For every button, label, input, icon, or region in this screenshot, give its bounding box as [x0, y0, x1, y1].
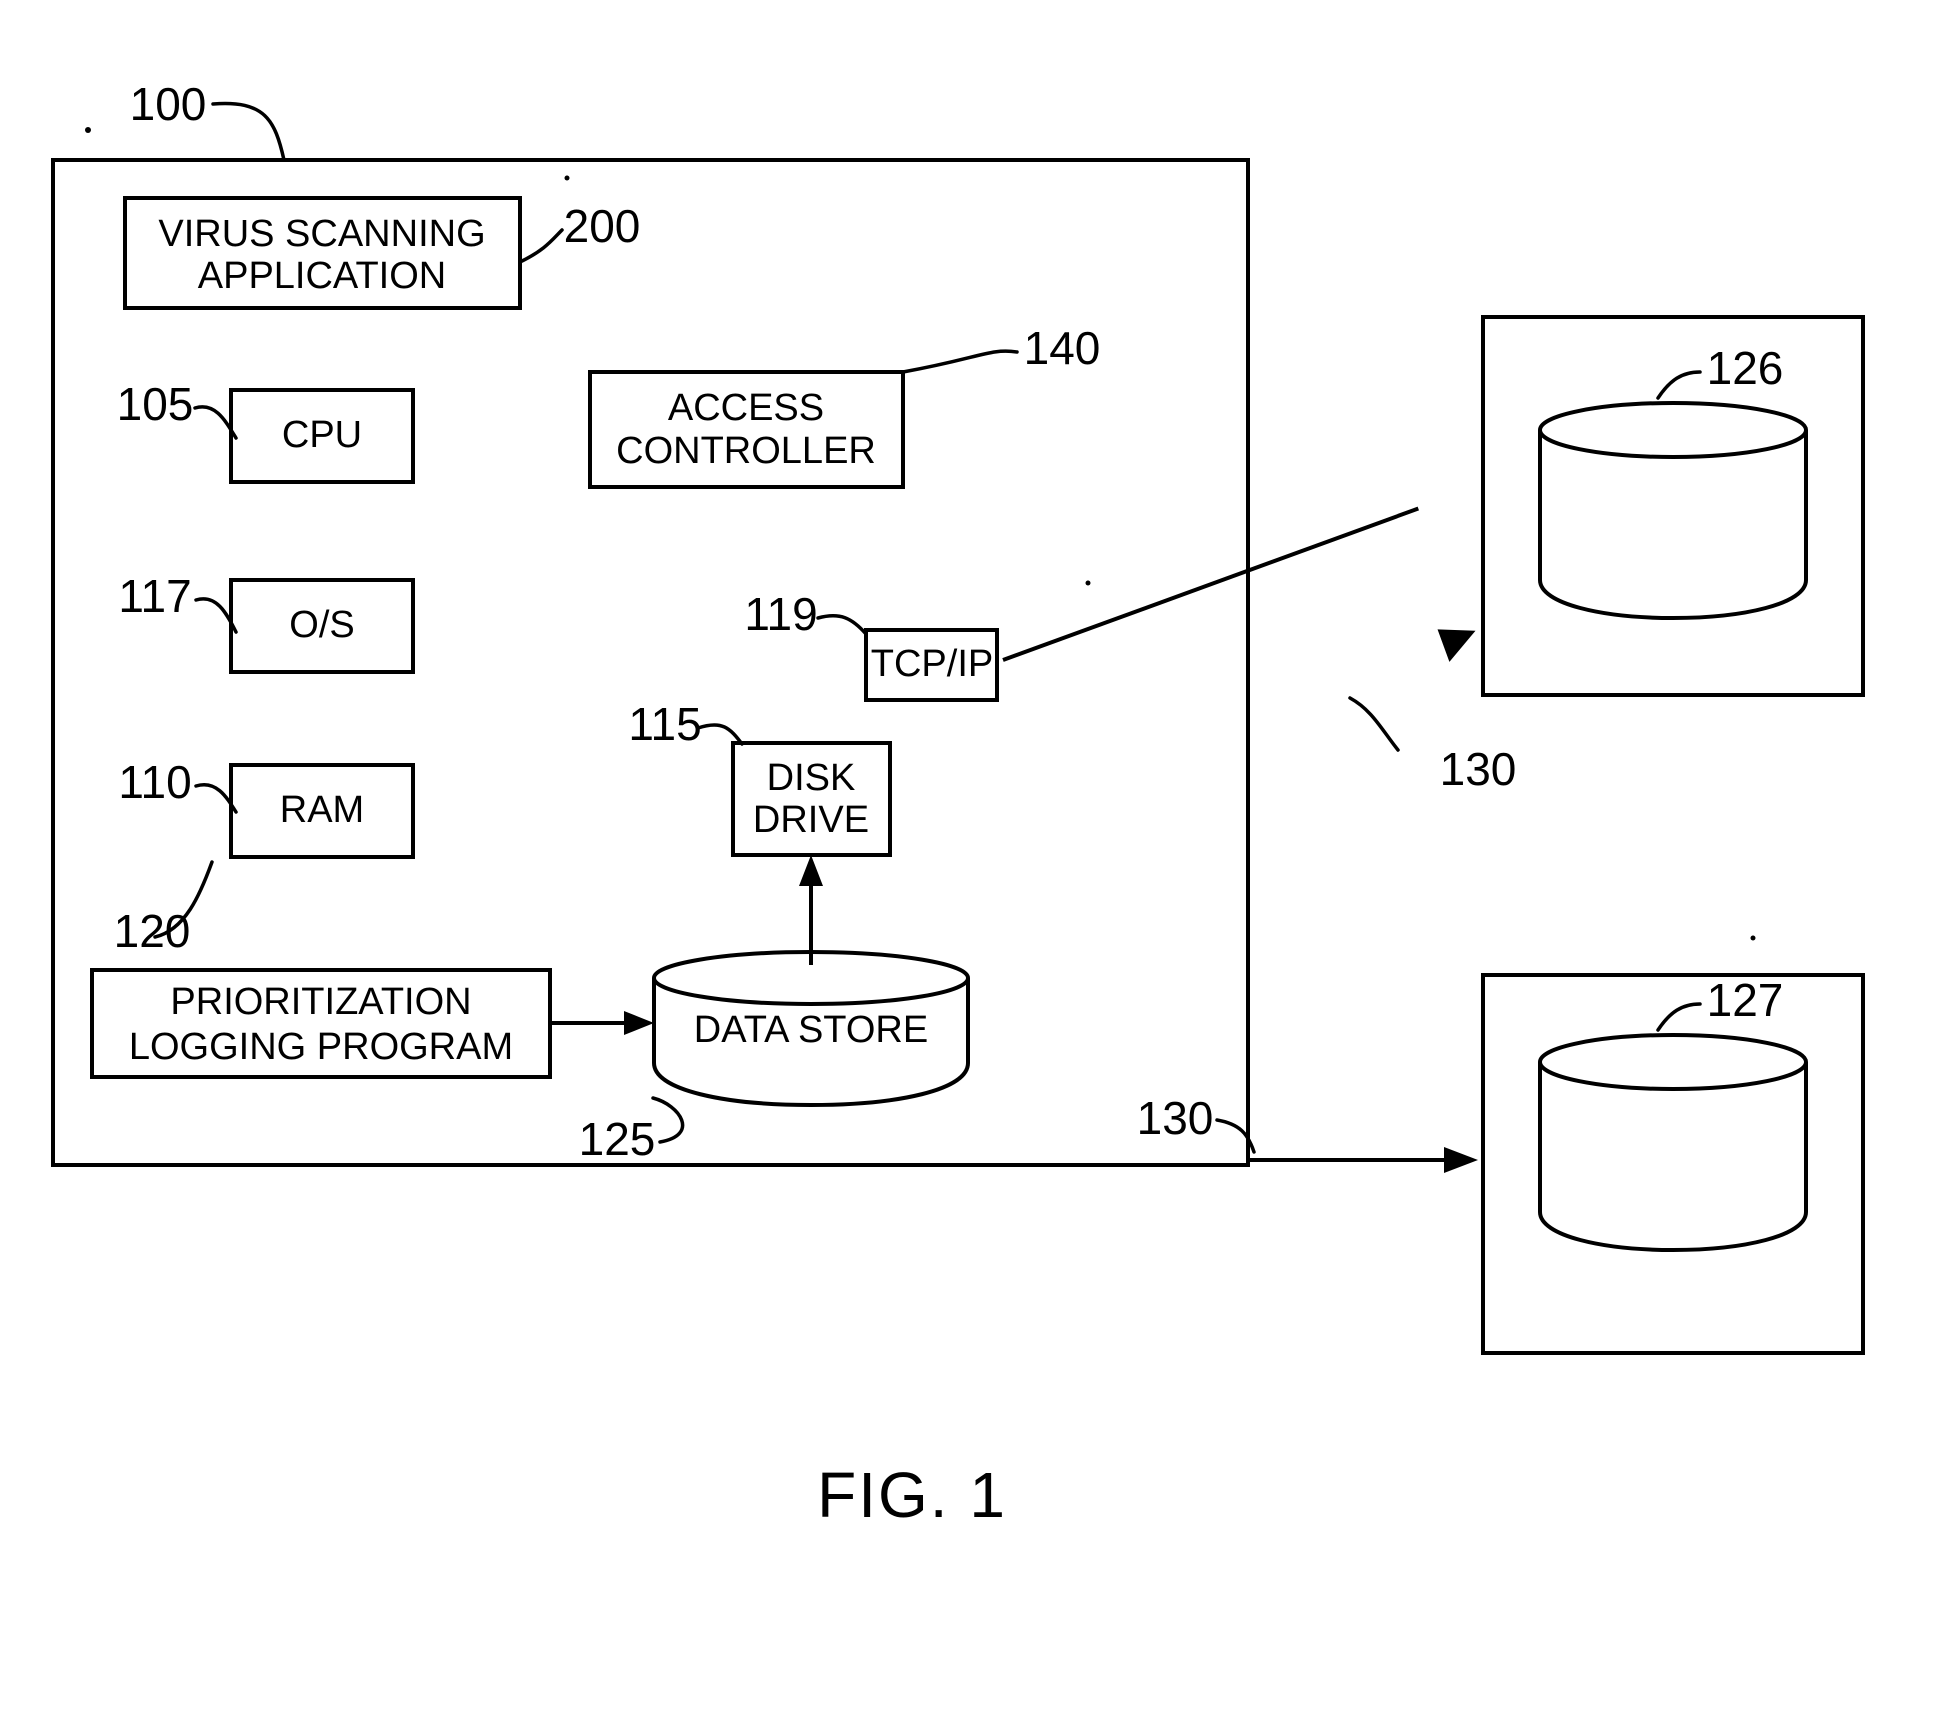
label-ram: RAM — [280, 789, 364, 831]
leader-line-140 — [901, 349, 1019, 374]
ref-number-130-bottom: 130 — [1137, 1092, 1214, 1144]
label-tcp-ip: TCP/IP — [871, 643, 993, 685]
label-virus-scanning-line1: VIRUS SCANNING — [158, 213, 485, 255]
external-store-126-cylinder-top — [1538, 401, 1808, 459]
label-data-store: DATA STORE — [694, 1009, 928, 1051]
ref-number-100: 100 — [130, 78, 207, 130]
scan-speck-2 — [1085, 580, 1091, 586]
label-access-line2: CONTROLLER — [616, 430, 876, 472]
arrowhead-datastore-to-diskdrive — [799, 855, 823, 886]
figure-caption: FIG. 1 — [817, 1459, 1007, 1531]
leader-line-119 — [816, 613, 868, 636]
ref-number-117: 117 — [118, 570, 191, 622]
ref-number-119: 119 — [744, 588, 817, 640]
leader-line-200 — [518, 228, 564, 264]
label-prog-line2: LOGGING PROGRAM — [129, 1026, 513, 1068]
scan-speck-1 — [564, 175, 570, 181]
leader-line-126 — [1656, 370, 1702, 400]
ref-number-130-top: 130 — [1440, 743, 1517, 795]
label-disk-line2: DRIVE — [753, 799, 869, 841]
scan-speck-4 — [85, 127, 91, 133]
leader-line-130-top — [1348, 696, 1400, 752]
ref-number-120: 120 — [114, 905, 191, 957]
leader-line-100 — [211, 101, 286, 162]
label-virus-scanning-line2: APPLICATION — [198, 255, 446, 297]
ref-number-110: 110 — [118, 756, 191, 808]
connector-network-130-top — [1002, 506, 1419, 662]
diagram-canvas: 100 VIRUS SCANNING APPLICATION 200 CPU 1… — [51, 78, 1865, 1531]
label-cpu: CPU — [282, 414, 362, 456]
scan-speck-3 — [1750, 935, 1756, 941]
label-access-line1: ACCESS — [668, 387, 824, 429]
ref-number-200: 200 — [564, 200, 641, 252]
ref-number-127: 127 — [1707, 974, 1784, 1026]
leader-line-127 — [1656, 1002, 1702, 1032]
ref-number-105: 105 — [117, 378, 194, 430]
leader-line-125 — [651, 1096, 685, 1144]
ref-number-115: 115 — [628, 698, 701, 750]
external-store-127-cylinder-top — [1538, 1033, 1808, 1091]
label-prog-line1: PRIORITIZATION — [170, 981, 471, 1023]
patent-figure-1: 100 VIRUS SCANNING APPLICATION 200 CPU 1… — [0, 0, 1942, 1716]
label-disk-line1: DISK — [767, 757, 856, 799]
arrowhead-network-130-top — [1437, 629, 1476, 662]
arrowhead-network-130-bottom — [1444, 1147, 1478, 1173]
ref-number-126: 126 — [1707, 342, 1784, 394]
ref-number-140: 140 — [1024, 322, 1101, 374]
label-os: O/S — [289, 604, 354, 646]
ref-number-125: 125 — [579, 1113, 656, 1165]
arrowhead-program-to-datastore — [624, 1011, 654, 1035]
